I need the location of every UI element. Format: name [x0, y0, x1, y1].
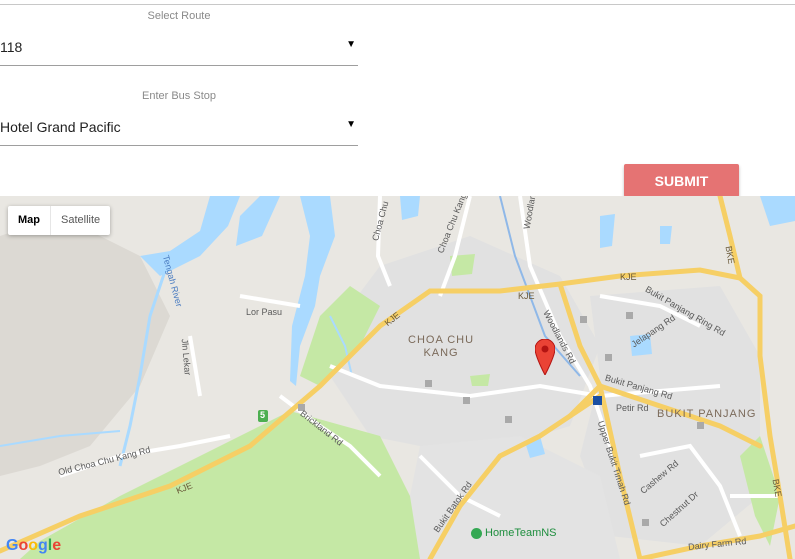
highway-label-kje: KJE: [620, 272, 637, 282]
chevron-down-icon: ▼: [346, 39, 356, 50]
map-type-map-button[interactable]: Map: [8, 206, 51, 235]
poi-icon: [471, 527, 482, 539]
expressway-shield-number: 5: [260, 410, 266, 420]
bus-stop-select[interactable]: Hotel Grand Pacific ▼: [0, 111, 358, 146]
map-type-satellite-button[interactable]: Satellite: [51, 206, 110, 235]
bus-stop-label: Enter Bus Stop: [142, 90, 216, 102]
map-type-control: Map Satellite: [8, 206, 111, 235]
chevron-down-icon: ▼: [346, 119, 356, 130]
map-view[interactable]: Map Satellite CHOA CHU KANG BUKIT PANJAN…: [0, 196, 795, 559]
google-logo: Google: [6, 537, 62, 554]
area-label-bukit-panjang: BUKIT PANJANG: [657, 408, 757, 420]
road-label: Petir Rd: [616, 403, 649, 413]
road-label: Lor Pasu: [246, 307, 283, 317]
bus-stop-value: Hotel Grand Pacific: [0, 119, 121, 135]
map-pin-icon[interactable]: [535, 339, 555, 375]
poi-hometeamns[interactable]: HomeTeamNS: [471, 527, 557, 539]
submit-button[interactable]: SUBMIT: [624, 164, 739, 197]
route-label: Select Route: [147, 10, 211, 22]
area-label-choa-chu-kang: CHOA CHU KANG: [408, 334, 475, 359]
route-value: 118: [0, 39, 23, 55]
top-border: [0, 0, 795, 5]
route-select[interactable]: 118 ▼: [0, 31, 358, 66]
poi-label: HomeTeamNS: [485, 527, 557, 539]
highway-label-kje: KJE: [518, 291, 535, 301]
